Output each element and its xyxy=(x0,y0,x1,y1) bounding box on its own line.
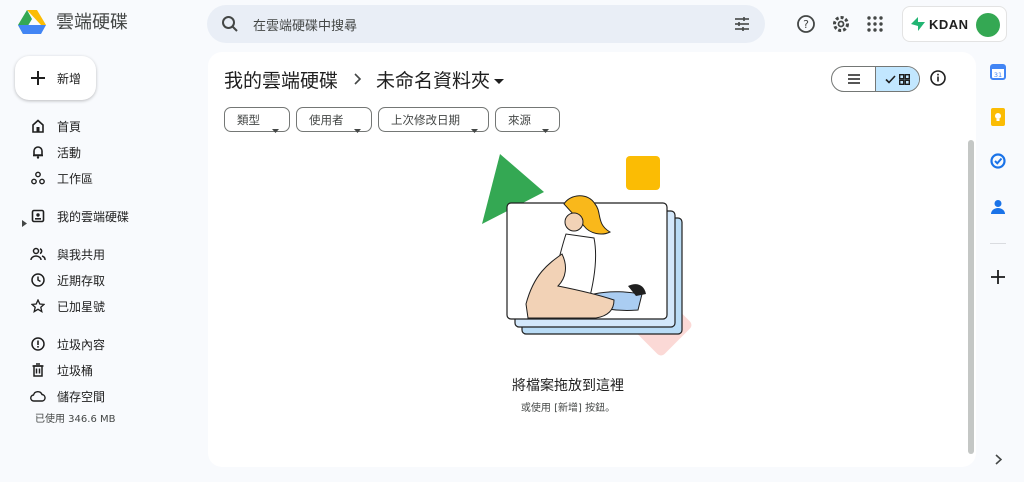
drive-logo[interactable]: 雲端硬碟 xyxy=(18,8,128,34)
chevron-down-icon xyxy=(542,118,549,137)
chevron-down-icon xyxy=(272,118,279,137)
sidebar-item-storage[interactable]: 儲存空間 xyxy=(18,384,105,408)
account-brand: KDAN xyxy=(929,16,969,32)
breadcrumb: 我的雲端硬碟 未命名資料夾 xyxy=(224,66,505,93)
apps-grid-icon[interactable] xyxy=(864,13,886,35)
main-content: 我的雲端硬碟 未命名資料夾 類型 使用者 上次修改日期 來源 將檔案拖放到這裡 … xyxy=(208,52,976,467)
sidebar-item-trash[interactable]: 垃圾桶 xyxy=(18,358,93,382)
chevron-down-icon xyxy=(471,118,478,137)
grid-icon xyxy=(899,73,910,85)
drive-logo-icon xyxy=(18,10,46,34)
plus-icon xyxy=(31,71,45,85)
search-icon[interactable] xyxy=(221,15,239,37)
sidebar-item-activity[interactable]: 活動 xyxy=(18,140,81,164)
expand-panel-chevron-icon[interactable] xyxy=(988,449,1008,469)
bell-icon xyxy=(29,143,47,161)
tasks-icon[interactable] xyxy=(988,151,1008,171)
contacts-icon[interactable] xyxy=(988,197,1008,217)
view-toggle xyxy=(831,66,920,92)
sidebar-item-recent[interactable]: 近期存取 xyxy=(18,268,105,292)
help-icon[interactable]: ? xyxy=(795,13,817,35)
kdan-logo-icon xyxy=(911,17,925,31)
expand-arrow-icon[interactable] xyxy=(22,212,27,231)
filter-source-chip[interactable]: 來源 xyxy=(495,107,560,133)
filter-modified-chip[interactable]: 上次修改日期 xyxy=(378,107,489,133)
new-button-label: 新增 xyxy=(57,71,82,86)
workspaces-icon xyxy=(29,169,47,187)
search-options-icon[interactable] xyxy=(733,15,751,37)
empty-state-title: 將檔案拖放到這裡 xyxy=(512,378,624,394)
folder-menu-caret-icon[interactable] xyxy=(494,70,505,89)
storage-usage: 已使用 346.6 MB xyxy=(35,414,116,425)
grid-view-button[interactable] xyxy=(875,67,919,91)
search-bar[interactable]: 在雲端硬碟中搜尋 xyxy=(207,5,765,43)
settings-gear-icon[interactable] xyxy=(830,13,852,35)
check-icon xyxy=(885,74,896,84)
account-switcher[interactable]: KDAN xyxy=(902,6,1007,42)
sidebar-item-my-drive[interactable]: 我的雲端硬碟 xyxy=(18,204,129,228)
shared-users-icon xyxy=(29,245,47,263)
info-icon[interactable] xyxy=(929,69,947,91)
chevron-right-icon xyxy=(354,71,362,89)
add-addon-plus-icon[interactable] xyxy=(988,267,1008,287)
chevron-down-icon xyxy=(354,118,361,137)
empty-folder-illustration xyxy=(482,154,692,356)
sidebar-item-home[interactable]: 首頁 xyxy=(18,114,81,138)
svg-text:?: ? xyxy=(803,18,809,31)
sidebar-item-shared-with-me[interactable]: 與我共用 xyxy=(18,242,105,266)
home-icon xyxy=(29,117,47,135)
cloud-icon xyxy=(29,387,47,405)
svg-text:31: 31 xyxy=(994,71,1002,79)
filter-type-chip[interactable]: 類型 xyxy=(224,107,290,133)
filter-people-chip[interactable]: 使用者 xyxy=(296,107,372,133)
sidebar-item-spam[interactable]: 垃圾內容 xyxy=(18,332,105,356)
app-title: 雲端硬碟 xyxy=(56,12,128,33)
list-icon xyxy=(847,74,860,84)
breadcrumb-root[interactable]: 我的雲端硬碟 xyxy=(224,66,338,93)
sidebar-item-starred[interactable]: 已加星號 xyxy=(18,294,105,318)
keep-notes-icon[interactable] xyxy=(988,107,1008,127)
sidebar-item-workspaces[interactable]: 工作區 xyxy=(18,166,93,190)
star-icon xyxy=(29,297,47,315)
spam-icon xyxy=(29,335,47,353)
trash-icon xyxy=(29,361,47,379)
rail-divider xyxy=(990,243,1006,244)
search-input[interactable]: 在雲端硬碟中搜尋 xyxy=(253,15,357,34)
breadcrumb-current-folder[interactable]: 未命名資料夾 xyxy=(376,66,490,93)
list-view-button[interactable] xyxy=(832,67,875,91)
new-button[interactable]: 新增 xyxy=(15,56,96,100)
empty-state-subtitle: 或使用 [新增] 按鈕。 xyxy=(520,403,616,414)
calendar-icon[interactable]: 31 xyxy=(988,62,1008,82)
vertical-scrollbar[interactable] xyxy=(968,140,974,454)
clock-icon xyxy=(29,271,47,289)
my-drive-icon xyxy=(29,207,47,225)
avatar[interactable] xyxy=(976,13,1000,37)
